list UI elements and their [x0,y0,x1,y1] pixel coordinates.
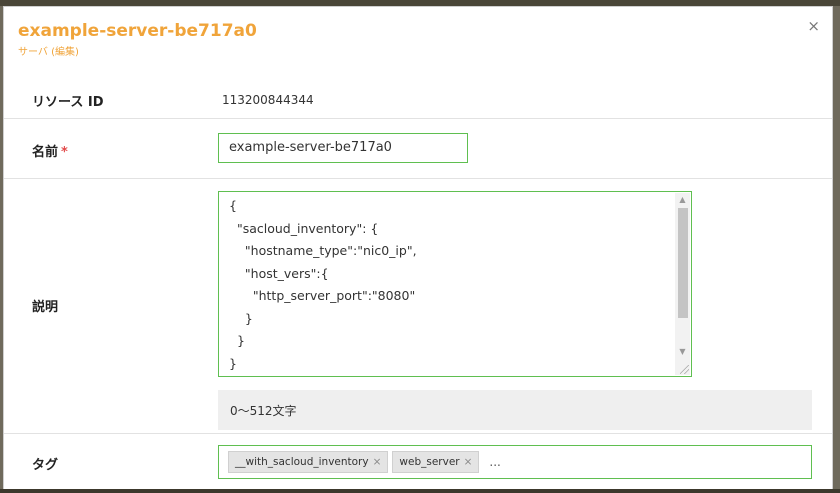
name-row: 名前 * example-server-be717a0 [4,119,832,179]
tags-row: タグ __with_sacloud_inventory × web_server ×… [4,434,832,492]
description-text: { "sacloud_inventory": { "hostname_type"… [229,198,417,371]
description-scrollbar[interactable]: ▲ ▼ [675,193,690,375]
resize-handle-icon[interactable] [680,365,689,374]
required-mark: * [61,145,68,160]
tags-label: タグ [32,458,59,473]
description-textarea[interactable]: { "sacloud_inventory": { "hostname_type"… [218,191,692,377]
name-label: 名前 * [32,141,68,160]
tag-text: __with_sacloud_inventory [235,456,369,468]
resource-id-row: リソース ID 113200844344 [4,77,832,119]
name-input[interactable]: example-server-be717a0 [218,133,468,163]
tag-remove-icon[interactable]: × [373,456,382,468]
description-row: 説明 { "sacloud_inventory": { "hostname_ty… [4,179,832,434]
scroll-thumb[interactable] [678,208,688,318]
tags-more[interactable]: ... [483,451,500,469]
backdrop-bottom [0,489,840,493]
scroll-down-icon[interactable]: ▼ [675,345,690,359]
dialog-subtitle: サーバ (編集) [18,47,79,58]
dialog-title: example-server-be717a0 [18,21,257,41]
scroll-up-icon[interactable]: ▲ [675,193,690,207]
tag-remove-icon[interactable]: × [464,456,473,468]
tag-chip: web_server × [392,451,480,473]
resource-id-value: 113200844344 [222,93,314,107]
resource-id-label: リソース ID [32,95,104,110]
description-hint: 0〜512文字 [218,390,812,430]
description-label: 説明 [32,300,59,315]
name-label-text: 名前 [32,145,59,160]
edit-server-dialog: example-server-be717a0 サーバ (編集) × リソース I… [3,6,833,493]
tags-input[interactable]: __with_sacloud_inventory × web_server × ..… [218,445,812,479]
tag-text: web_server [399,456,460,468]
close-icon[interactable]: × [807,17,820,35]
dialog-header: example-server-be717a0 サーバ (編集) × [4,7,832,77]
tag-chip: __with_sacloud_inventory × [228,451,389,473]
